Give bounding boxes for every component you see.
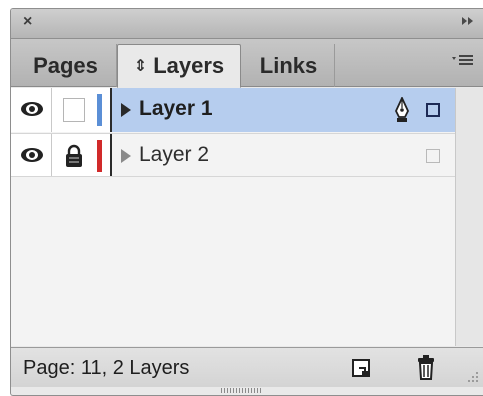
column-divider [51,88,52,132]
status-text: Page: 11, 2 Layers [23,357,190,379]
pen-nib-icon [395,97,409,122]
sort-updown-icon: ⇕ [133,58,148,75]
bottom-drag-handle[interactable] [221,388,261,393]
panel-titlebar: × [11,9,483,39]
tab-bar: Pages ⇕ Layers Links [11,39,483,88]
layer-name[interactable]: Layer 2 [139,143,209,167]
lock-icon[interactable] [64,144,84,168]
tab-pages-label: Pages [33,52,98,78]
close-icon[interactable]: × [23,13,32,31]
disclosure-triangle-icon[interactable] [119,147,133,165]
tab-layers[interactable]: ⇕ Layers [117,44,241,88]
tab-links[interactable]: Links [243,44,335,87]
layer-name[interactable]: Layer 1 [139,97,213,121]
resize-grip-icon[interactable] [465,369,479,383]
layer-row[interactable]: Layer 1 [11,88,456,132]
layer-controls [11,88,112,132]
layer-row[interactable]: Layer 2 [11,133,456,177]
panel-menu-icon[interactable] [451,51,475,69]
eye-icon[interactable] [20,100,44,118]
column-divider [51,134,52,176]
scrollbar-track[interactable] [455,88,483,346]
double-chevron-right-icon[interactable] [461,15,475,27]
tab-layers-label: Layers [153,53,225,78]
layers-list: Layer 1 Layer 2 [11,88,483,346]
layer-color-bar [97,140,102,172]
selection-indicator[interactable] [426,149,440,163]
lock-toggle[interactable] [63,98,85,122]
status-bar: Page: 11, 2 Layers [11,347,483,387]
tab-links-label: Links [259,52,318,78]
disclosure-triangle-icon[interactable] [119,101,133,119]
layer-controls [11,134,112,176]
layer-color-bar [97,94,102,126]
new-layer-icon[interactable] [351,358,371,378]
selection-indicator[interactable] [426,103,440,117]
tab-pages[interactable]: Pages [15,44,117,87]
layers-panel: × Pages ⇕ Layers Links Layer 1 Layer 2 P… [10,8,483,396]
trash-icon[interactable] [416,354,436,380]
eye-icon[interactable] [20,146,44,164]
